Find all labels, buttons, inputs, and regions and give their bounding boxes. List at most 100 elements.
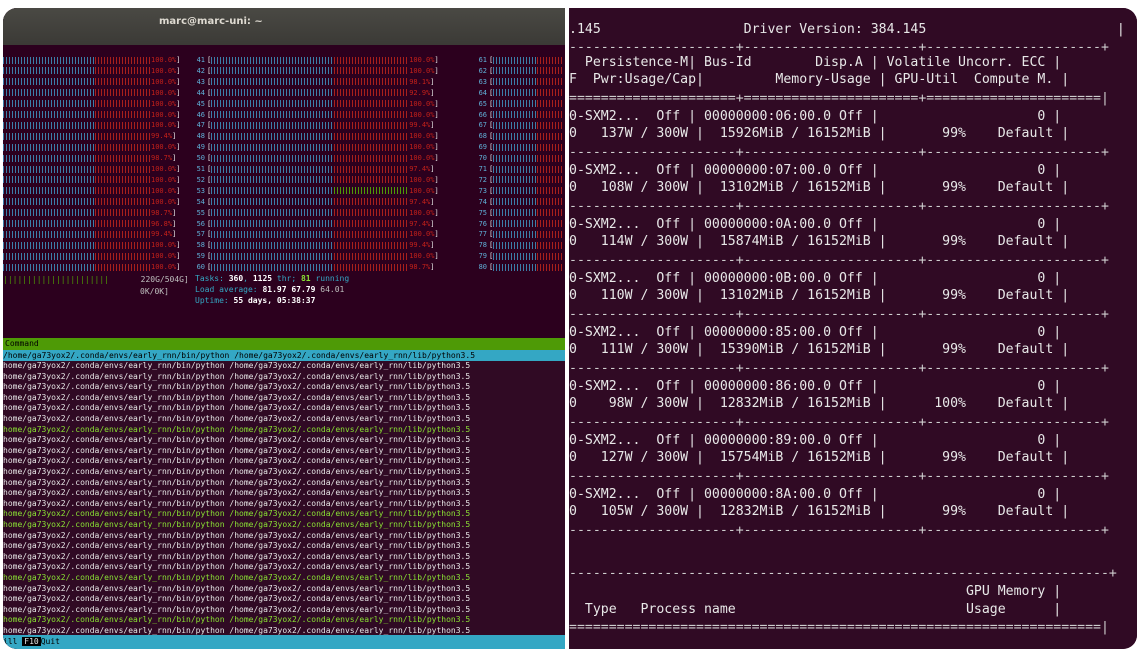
cpu-bar-system [333, 241, 410, 249]
cpu-bar-system [94, 263, 151, 271]
cpu-number: 63 [478, 77, 487, 86]
cpu-meter-row: 50[100.0%] [193, 153, 439, 164]
cpu-bar-system [333, 198, 410, 206]
cpu-bar-system [536, 230, 564, 238]
cpu-bar-system [333, 176, 410, 184]
cpu-percent: 100.0% [150, 121, 177, 130]
cpu-bar-user [211, 78, 334, 86]
cpu-number: 69 [478, 143, 487, 152]
cpu-meter-row: 100.0%] [3, 142, 181, 153]
cpu-number: 49 [196, 143, 205, 152]
process-row[interactable]: home/ga73yox2/.conda/envs/early_rnn/bin/… [3, 435, 565, 446]
gpu-row-line-1: 0-SXM2... Off | 00000000:0B:00.0 Off | 0… [569, 271, 1062, 286]
cpu-number: 62 [478, 66, 487, 75]
cpu-meter-row: 43[98.1%] [193, 77, 435, 88]
window-titlebar[interactable]: marc@marc-uni: ~ [3, 8, 565, 45]
cpu-bar-user [3, 220, 95, 227]
cpu-bar-user [3, 263, 95, 271]
cpu-bar-user [211, 154, 334, 162]
cpu-bar-system [333, 132, 410, 140]
cpu-number: 56 [196, 219, 205, 228]
cpu-number: 52 [196, 175, 205, 184]
threads-count: 1125 [252, 274, 273, 283]
selected-process-row[interactable]: /home/ga73yox2/.conda/envs/early_rnn/bin… [3, 350, 565, 361]
process-command: /home/ga73yox2/.conda/envs/early_rnn/bin… [3, 351, 476, 360]
process-row[interactable]: home/ga73yox2/.conda/envs/early_rnn/bin/… [3, 414, 565, 425]
cpu-percent: 98.7% [150, 208, 173, 217]
process-row[interactable]: home/ga73yox2/.conda/envs/early_rnn/bin/… [3, 393, 565, 404]
cpu-number: 68 [478, 132, 487, 141]
process-row[interactable]: home/ga73yox2/.conda/envs/early_rnn/bin/… [3, 361, 565, 372]
process-row[interactable]: home/ga73yox2/.conda/envs/early_rnn/bin/… [3, 478, 565, 489]
cpu-meter-row: 100.0%] [3, 186, 181, 197]
process-row[interactable]: home/ga73yox2/.conda/envs/early_rnn/bin/… [3, 584, 565, 595]
processes-header-1: GPU Memory | [569, 584, 1062, 599]
cpu-bar-system [536, 165, 564, 173]
process-row[interactable]: home/ga73yox2/.conda/envs/early_rnn/bin/… [3, 425, 565, 436]
cpu-meter-row: 100.0%] [3, 110, 181, 121]
process-column-header[interactable]: Command [3, 338, 565, 350]
process-row[interactable]: home/ga73yox2/.conda/envs/early_rnn/bin/… [3, 509, 565, 520]
process-row[interactable]: home/ga73yox2/.conda/envs/early_rnn/bin/… [3, 372, 565, 383]
kill-label[interactable]: ill [3, 637, 22, 646]
process-row[interactable]: home/ga73yox2/.conda/envs/early_rnn/bin/… [3, 467, 565, 478]
process-row[interactable]: home/ga73yox2/.conda/envs/early_rnn/bin/… [3, 520, 565, 531]
gpu-table-header-2: F Pwr:Usage/Cap| Memory-Usage | GPU-Util… [569, 72, 1070, 87]
process-row[interactable]: home/ga73yox2/.conda/envs/early_rnn/bin/… [3, 531, 565, 542]
cpu-meter-row: 41[100.0%] [193, 55, 439, 66]
cpu-meter-row: 98.7%] [3, 208, 176, 219]
htop-function-bar: ill F10 Quit [3, 635, 565, 649]
process-row[interactable]: home/ga73yox2/.conda/envs/early_rnn/bin/… [3, 446, 565, 457]
cpu-bar-user [493, 111, 537, 118]
gpu-row-line-1: 0-SXM2... Off | 00000000:0A:00.0 Off | 0… [569, 217, 1062, 232]
cpu-bar-user [3, 67, 95, 75]
gpu-row-line-1: 0-SXM2... Off | 00000000:86:00.0 Off | 0… [569, 379, 1062, 394]
swap-value: 0K/0K [140, 287, 165, 296]
cpu-bar-user [493, 143, 537, 151]
gpu-table-header-1: Persistence-M| Bus-Id Disp.A | Volatile … [569, 55, 1062, 70]
process-row[interactable]: home/ga73yox2/.conda/envs/early_rnn/bin/… [3, 456, 565, 467]
cpu-bar-system [536, 56, 564, 64]
process-row[interactable]: home/ga73yox2/.conda/envs/early_rnn/bin/… [3, 605, 565, 616]
cpu-number: 80 [478, 263, 487, 272]
process-row[interactable]: home/ga73yox2/.conda/envs/early_rnn/bin/… [3, 594, 565, 605]
f10-key[interactable]: F10 [22, 637, 41, 646]
gpu-separator: ---------------------+------------------… [569, 469, 1109, 484]
cpu-number: 50 [196, 154, 205, 163]
gpu-row-line-1: 0-SXM2... Off | 00000000:07:00.0 Off | 0… [569, 163, 1062, 178]
cpu-meter-row: 73[ [475, 186, 564, 197]
process-row[interactable]: home/ga73yox2/.conda/envs/early_rnn/bin/… [3, 573, 565, 584]
window-title: marc@marc-uni: ~ [159, 16, 263, 27]
process-row[interactable]: home/ga73yox2/.conda/envs/early_rnn/bin/… [3, 403, 565, 414]
htop-terminal-window: marc@marc-uni: ~ 100.0%] 100.0%] 100.0%] 10… [3, 8, 565, 649]
cpu-number: 77 [478, 230, 487, 239]
cpu-percent: 96.8% [150, 219, 173, 228]
cpu-meter-row: 62[ [475, 66, 564, 77]
cpu-meter-row: 100.0%] [3, 164, 181, 175]
cpu-percent: 100.0% [150, 263, 177, 272]
process-row[interactable]: home/ga73yox2/.conda/envs/early_rnn/bin/… [3, 382, 565, 393]
quit-label[interactable]: Quit [41, 637, 60, 646]
cpu-bar-user [3, 198, 95, 206]
running-count: 81 [300, 274, 311, 283]
cpu-meter-row: 52[100.0%] [193, 175, 439, 186]
cpu-bar-user [211, 100, 334, 108]
cpu-number: 65 [478, 99, 487, 108]
process-row[interactable]: home/ga73yox2/.conda/envs/early_rnn/bin/… [3, 552, 565, 563]
cpu-bar-system [536, 209, 564, 217]
cpu-bar-user [211, 241, 334, 249]
cpu-number: 78 [478, 241, 487, 250]
cpu-percent: 100.0% [409, 154, 435, 163]
cpu-bar-user [493, 121, 537, 129]
process-row[interactable]: home/ga73yox2/.conda/envs/early_rnn/bin/… [3, 541, 565, 552]
cpu-meter-row: 51[97.4%] [193, 164, 435, 175]
cpu-bar-system [333, 220, 410, 227]
process-row[interactable]: home/ga73yox2/.conda/envs/early_rnn/bin/… [3, 615, 565, 626]
process-row[interactable]: home/ga73yox2/.conda/envs/early_rnn/bin/… [3, 499, 565, 510]
cpu-bar-user [493, 230, 537, 238]
cpu-bar-system [333, 78, 410, 86]
process-row[interactable]: home/ga73yox2/.conda/envs/early_rnn/bin/… [3, 488, 565, 499]
cpu-number: 41 [196, 56, 205, 64]
process-row[interactable]: home/ga73yox2/.conda/envs/early_rnn/bin/… [3, 562, 565, 573]
cpu-bar-system [94, 111, 151, 118]
